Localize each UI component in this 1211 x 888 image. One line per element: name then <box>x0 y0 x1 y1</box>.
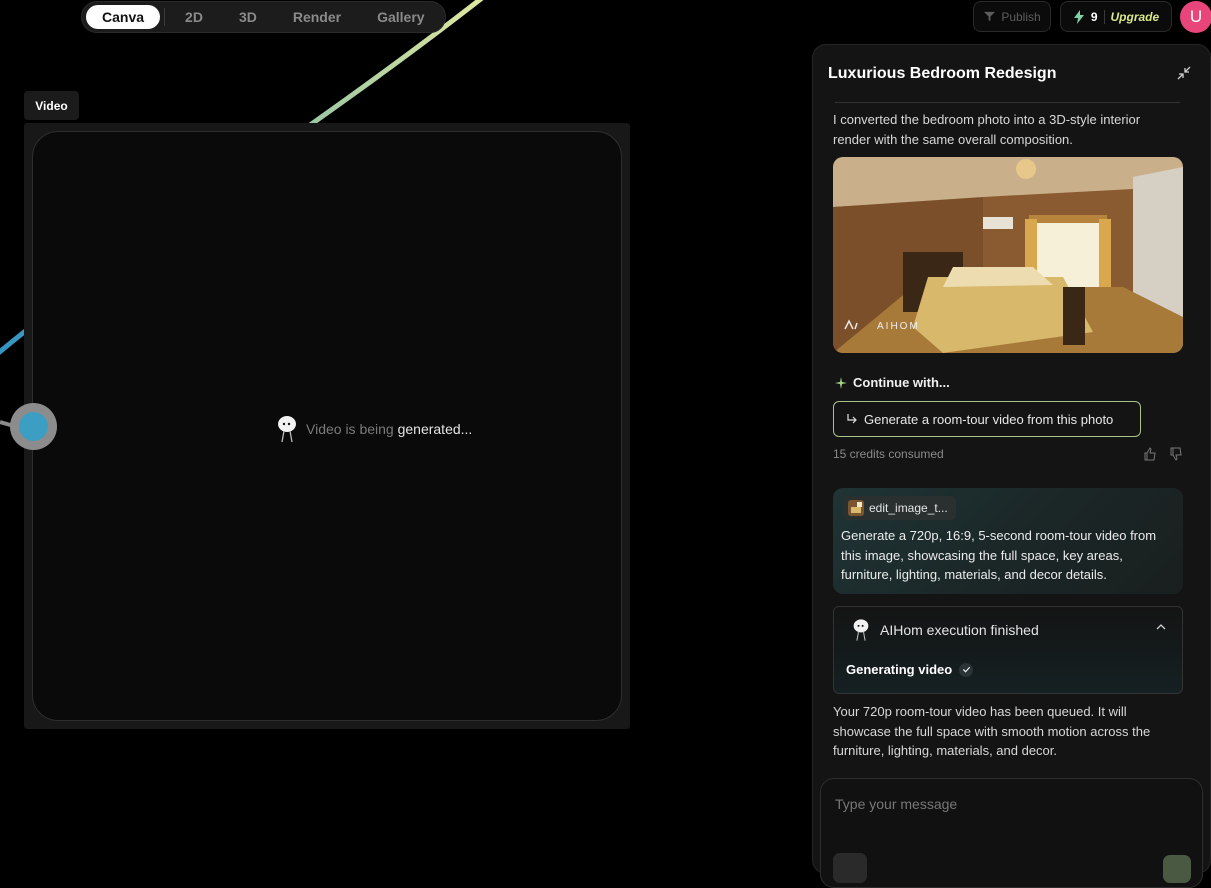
send-button[interactable] <box>1163 855 1191 883</box>
view-switcher: Canva 2D 3D Render Gallery <box>81 1 446 33</box>
attachment-chip[interactable]: edit_image_t... <box>843 496 956 520</box>
video-preview: Video is being generated... <box>32 131 622 721</box>
mascot-icon <box>853 619 869 641</box>
video-node[interactable]: Video is being generated... <box>24 123 630 729</box>
sparkle-icon <box>835 376 847 389</box>
tab-render[interactable]: Render <box>277 5 357 29</box>
status-prefix: Video is being <box>306 421 394 437</box>
check-icon <box>959 662 974 677</box>
lightning-icon <box>1073 9 1084 24</box>
assistant-reply: Your 720p room-tour video has been queue… <box>833 704 1151 758</box>
publish-label: Publish <box>1001 9 1041 24</box>
thumbs-up-icon[interactable] <box>1143 447 1157 461</box>
chevron-up-icon[interactable] <box>1156 623 1166 631</box>
message-composer <box>820 778 1203 888</box>
title-divider <box>835 102 1180 103</box>
bedroom-render-image[interactable]: AIHOM <box>833 157 1183 353</box>
user-message-bubble: edit_image_t... Generate a 720p, 16:9, 5… <box>833 488 1183 594</box>
attachment-thumbnail <box>848 500 864 516</box>
execution-step: Generating video <box>846 662 974 677</box>
attach-button[interactable] <box>833 853 867 883</box>
arrow-return-icon <box>847 414 857 424</box>
chat-panel: Luxurious Bedroom Redesign I converted t… <box>812 44 1211 888</box>
credits-widget[interactable]: 9 Upgrade <box>1060 1 1172 32</box>
attachment-name: edit_image_t... <box>869 501 948 515</box>
image-watermark: AIHOM <box>877 321 920 332</box>
generation-status: Video is being generated... <box>276 414 472 444</box>
publish-button[interactable]: Publish <box>973 1 1051 32</box>
credits-consumed-text: 15 credits consumed <box>833 447 944 461</box>
chat-title: Luxurious Bedroom Redesign <box>828 65 1057 82</box>
execution-title: AIHom execution finished <box>880 622 1039 638</box>
suggestion-label: Generate a room-tour video from this pho… <box>864 411 1114 427</box>
port-dot <box>19 412 48 441</box>
send-icon <box>984 11 996 22</box>
tab-canva[interactable]: Canva <box>86 5 161 29</box>
execution-step-label: Generating video <box>846 662 953 677</box>
upgrade-link[interactable]: Upgrade <box>1111 10 1160 24</box>
tab-2d[interactable]: 2D <box>169 5 219 29</box>
thumbs-down-icon[interactable] <box>1169 447 1183 461</box>
tab-gallery[interactable]: Gallery <box>361 5 440 29</box>
status-suffix: generated... <box>397 421 473 437</box>
user-message-text: Generate a 720p, 16:9, 5-second room-tou… <box>841 528 1157 582</box>
execution-status-card[interactable]: AIHom execution finished Generating vide… <box>833 606 1183 694</box>
tab-3d[interactable]: 3D <box>223 5 273 29</box>
assistant-message: I converted the bedroom photo into a 3D-… <box>833 112 1141 147</box>
credits-divider <box>1103 9 1105 24</box>
node-title[interactable]: Video <box>24 91 79 120</box>
mascot-icon <box>278 416 296 443</box>
input-port[interactable] <box>10 403 57 450</box>
message-input[interactable] <box>833 791 1187 817</box>
tab-divider <box>164 8 166 26</box>
credits-count: 9 <box>1090 9 1098 24</box>
suggestion-button[interactable]: Generate a room-tour video from this pho… <box>833 401 1141 437</box>
execution-header: AIHom execution finished <box>852 617 1039 643</box>
continue-label: Continue with... <box>853 375 950 390</box>
collapse-icon[interactable] <box>1177 66 1191 80</box>
continue-heading: Continue with... <box>835 375 950 390</box>
avatar[interactable]: U <box>1180 1 1211 33</box>
